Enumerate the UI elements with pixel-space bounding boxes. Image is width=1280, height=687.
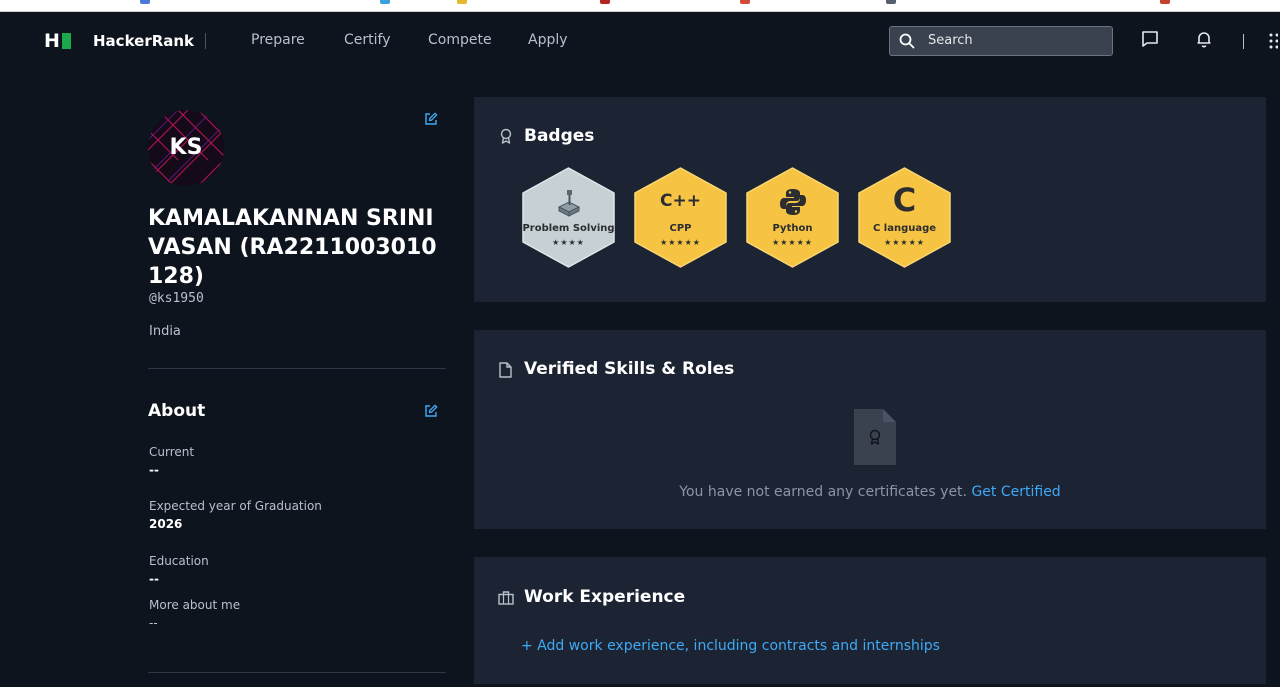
document-icon xyxy=(499,362,512,378)
badge-name: Python xyxy=(772,223,813,234)
no-certificates-text: You have not earned any certificates yet… xyxy=(679,484,967,500)
badge-cpp[interactable]: C++ CPP ★★★★★ xyxy=(633,167,728,268)
about-value-more-about-me: -- xyxy=(149,616,158,630)
nav-divider xyxy=(205,33,206,49)
search-icon xyxy=(899,33,915,49)
about-section-title: About xyxy=(148,401,206,421)
notifications-bell-icon[interactable] xyxy=(1195,30,1213,48)
browser-bookmark-strip xyxy=(0,0,1280,12)
about-label-graduation-year: Expected year of Graduation xyxy=(149,499,322,513)
avatar-initials: KS xyxy=(169,135,203,160)
badge-stars: ★★★★ xyxy=(552,238,585,247)
section-divider xyxy=(148,368,446,369)
badge-stars: ★★★★★ xyxy=(660,238,701,247)
briefcase-icon xyxy=(498,591,514,605)
edit-profile-icon[interactable] xyxy=(424,112,438,126)
work-experience-title: Work Experience xyxy=(524,587,686,607)
search-placeholder: Search xyxy=(928,33,973,48)
badge-python[interactable]: Python ★★★★★ xyxy=(745,167,840,268)
nav-divider-right xyxy=(1243,34,1244,49)
badge-name: Problem Solving xyxy=(522,223,615,234)
section-divider xyxy=(148,672,446,673)
about-label-current: Current xyxy=(149,445,195,459)
work-experience-card xyxy=(474,557,1266,684)
about-value-current: -- xyxy=(149,463,159,477)
c-language-icon: C xyxy=(892,181,917,219)
brand-name[interactable]: HackerRank xyxy=(93,32,194,50)
logo-green-block xyxy=(61,33,71,49)
nav-link-compete[interactable]: Compete xyxy=(428,32,492,48)
logo-letter: H xyxy=(44,30,60,52)
no-certificates-message: You have not earned any certificates yet… xyxy=(474,484,1266,500)
certificate-placeholder-icon xyxy=(854,409,896,465)
avatar[interactable]: KS xyxy=(148,110,224,186)
profile-username: @ks1950 xyxy=(149,291,204,306)
python-icon xyxy=(745,187,840,221)
get-certified-link[interactable]: Get Certified xyxy=(971,484,1060,500)
profile-country: India xyxy=(149,324,181,339)
badge-problem-solving[interactable]: Problem Solving ★★★★ xyxy=(521,167,616,268)
badge-hexagon xyxy=(634,167,727,268)
add-work-experience-link[interactable]: + Add work experience, including contrac… xyxy=(521,638,940,654)
nav-link-prepare[interactable]: Prepare xyxy=(251,32,305,48)
hackerrank-logo[interactable]: H xyxy=(44,30,71,52)
badge-stars: ★★★★★ xyxy=(884,238,925,247)
badge-name: CPP xyxy=(669,223,692,234)
problem-solving-icon xyxy=(521,187,616,221)
badge-name: C language xyxy=(872,223,937,234)
nav-link-apply[interactable]: Apply xyxy=(528,32,568,48)
top-navigation: H HackerRank Prepare Certify Compete App… xyxy=(0,12,1280,69)
nav-link-certify[interactable]: Certify xyxy=(344,32,391,48)
badge-stars: ★★★★★ xyxy=(772,238,813,247)
badge-c-language[interactable]: C C language ★★★★★ xyxy=(857,167,952,268)
about-label-more-about-me: More about me xyxy=(149,598,241,612)
about-label-education: Education xyxy=(149,554,209,568)
verified-skills-title: Verified Skills & Roles xyxy=(524,359,735,379)
cpp-icon: C++ xyxy=(660,191,701,211)
about-value-graduation-year: 2026 xyxy=(149,517,183,531)
badges-title: Badges xyxy=(524,126,595,146)
profile-full-name: KAMALAKANNAN SRINIVASAN (RA2211003010128… xyxy=(148,206,437,289)
badge-ribbon-icon xyxy=(500,128,512,144)
apps-grid-icon[interactable] xyxy=(1268,33,1278,49)
about-value-education: -- xyxy=(149,572,159,586)
search-box[interactable]: Search xyxy=(889,26,1113,56)
messages-icon[interactable] xyxy=(1141,30,1159,48)
edit-about-icon[interactable] xyxy=(424,404,438,418)
